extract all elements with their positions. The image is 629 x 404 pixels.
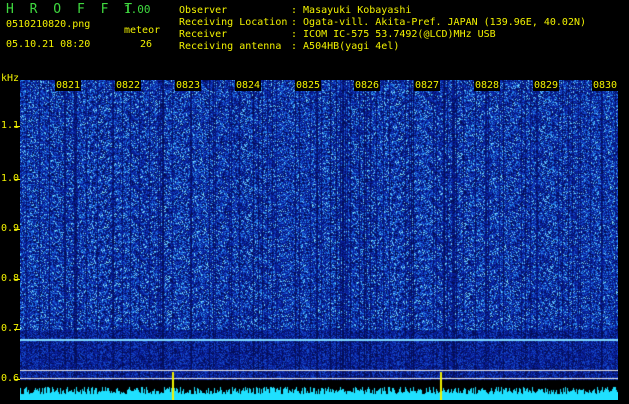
time-tick-label: 0824 [235, 80, 262, 91]
info-label-observer: Observer [179, 5, 228, 16]
info-value-observer: : Masayuki Kobayashi [291, 5, 412, 16]
file-datetime: 05.10.21 08:20 [6, 39, 91, 50]
axis-unit-label: kHz [1, 73, 20, 84]
spectrogram [20, 80, 618, 400]
time-tick-label: 0827 [414, 80, 441, 91]
info-value-receiver: : ICOM IC-575 53.7492(@LCD)MHz USB [291, 29, 496, 40]
app-version: 1.00 [124, 3, 151, 16]
time-tick-label: 0830 [592, 80, 619, 91]
time-tick-label: 0828 [474, 80, 501, 91]
time-tick-label: 0825 [295, 80, 322, 91]
time-tick-label: 0822 [115, 80, 142, 91]
info-label-receiver: Receiver [179, 29, 228, 40]
app-title: H R O F F T [6, 2, 137, 17]
info-label-location: Receiving Location [179, 17, 288, 28]
spectrogram-canvas [20, 80, 618, 400]
time-tick-label: 0829 [533, 80, 560, 91]
time-tick-label: 0826 [354, 80, 381, 91]
meteor-count: 26 [140, 39, 153, 50]
time-tick-label: 0821 [55, 80, 82, 91]
info-label-antenna: Receiving antenna [179, 41, 282, 52]
file-name: 0510210820.png [6, 19, 91, 30]
info-value-antenna: : A504HB(yagi 4el) [291, 41, 400, 52]
time-tick-label: 0823 [175, 80, 202, 91]
info-value-location: : Ogata-vill. Akita-Pref. JAPAN (139.96E… [291, 17, 587, 28]
meteor-label: meteor [124, 25, 161, 36]
